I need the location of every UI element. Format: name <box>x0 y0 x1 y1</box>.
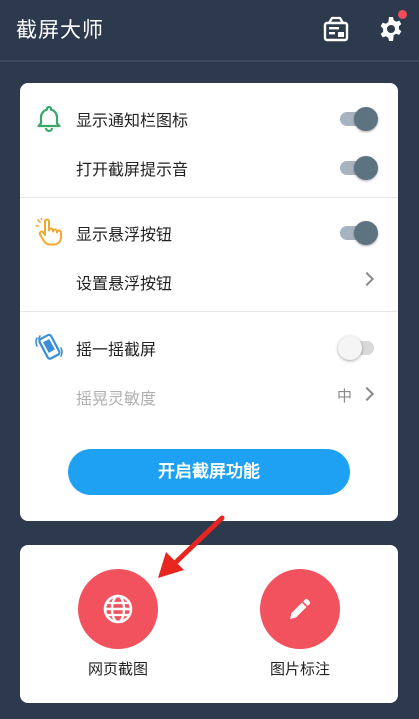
toggle-shake-capture[interactable] <box>338 336 378 360</box>
web-capture-button[interactable] <box>78 569 158 649</box>
bell-icon <box>34 103 64 133</box>
divider <box>20 197 398 198</box>
tool-image-annotate[interactable]: 图片标注 <box>250 569 350 687</box>
settings-row-floating-button[interactable]: 显示悬浮按钮 <box>20 208 398 256</box>
start-capture-button[interactable]: 开启截屏功能 <box>68 449 350 495</box>
settings-row-shake-sensitivity[interactable]: 摇晃灵敏度 中 <box>20 372 398 420</box>
divider <box>20 311 398 312</box>
chevron-right-icon <box>359 271 375 287</box>
row-label-show-floating-button: 显示悬浮按钮 <box>76 225 173 244</box>
image-annotate-button[interactable] <box>260 569 340 649</box>
globe-icon <box>103 594 133 624</box>
annotation-arrow-icon <box>158 515 225 578</box>
settings-row-configure-floating-button[interactable]: 设置悬浮按钮 <box>20 257 398 305</box>
settings-row-shake-capture[interactable]: 摇一摇截屏 <box>20 323 398 371</box>
row-label-capture-sound: 打开截屏提示音 <box>76 160 189 179</box>
chevron-right-icon <box>359 386 375 402</box>
pointing-hand-icon <box>34 217 64 247</box>
tool-web-capture[interactable]: 网页截图 <box>68 569 168 687</box>
row-label-configure-floating-button: 设置悬浮按钮 <box>76 274 173 293</box>
toggle-show-notification[interactable] <box>340 107 378 131</box>
toggle-show-floating-button[interactable] <box>340 221 378 245</box>
settings-button[interactable] <box>376 10 407 44</box>
shake-phone-icon <box>34 332 64 362</box>
shake-sensitivity-value: 中 <box>336 387 352 405</box>
row-label-shake-sensitivity: 摇晃灵敏度 <box>76 389 157 408</box>
row-label-show-notification: 显示通知栏图标 <box>76 111 189 130</box>
settings-card: 显示通知栏图标 打开截屏提示音 显示悬浮按钮 设置悬浮按钮 摇一摇截屏 摇晃灵敏… <box>20 83 398 521</box>
photo-album-icon <box>323 16 349 42</box>
row-label-shake-capture: 摇一摇截屏 <box>76 340 157 359</box>
toggle-capture-sound[interactable] <box>340 156 378 180</box>
pencil-icon <box>290 598 311 619</box>
app-title: 截屏大师 <box>16 18 104 42</box>
settings-row-capture-sound[interactable]: 打开截屏提示音 <box>20 143 398 191</box>
app-header: 截屏大师 <box>0 0 419 62</box>
settings-row-notification-icon[interactable]: 显示通知栏图标 <box>20 94 398 142</box>
header-divider <box>0 60 419 62</box>
tool-label-web-capture: 网页截图 <box>87 660 148 678</box>
notification-dot <box>398 10 407 19</box>
tool-label-image-annotate: 图片标注 <box>269 660 330 678</box>
photo-album-button[interactable] <box>321 14 351 44</box>
